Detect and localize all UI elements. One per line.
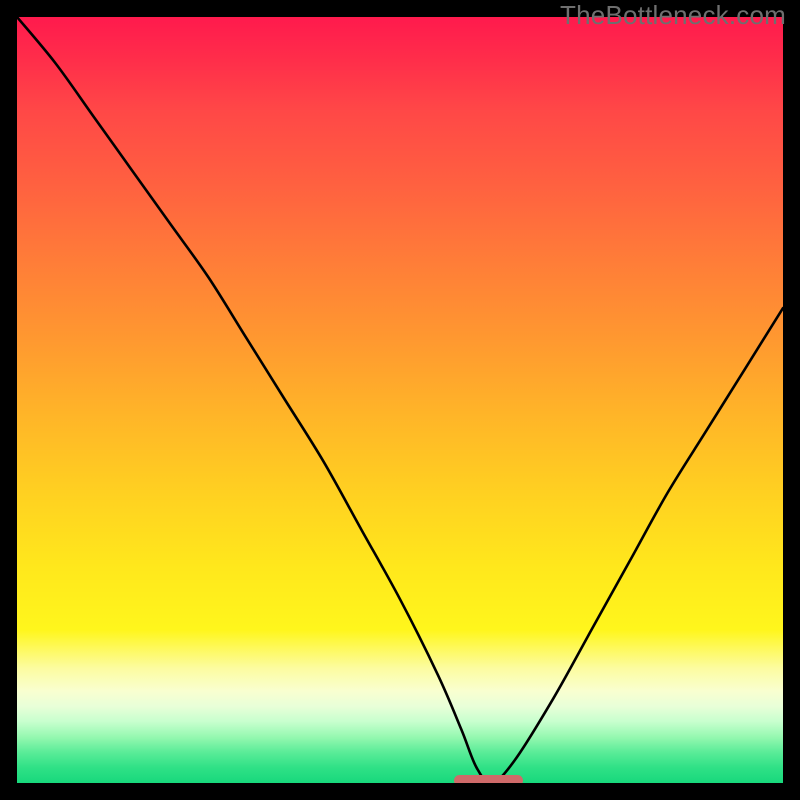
watermark-label: TheBottleneck.com	[560, 0, 786, 31]
plot-area	[17, 17, 783, 783]
chart-frame: TheBottleneck.com	[0, 0, 800, 800]
optimum-marker	[454, 775, 523, 783]
bottleneck-curve	[17, 17, 783, 783]
